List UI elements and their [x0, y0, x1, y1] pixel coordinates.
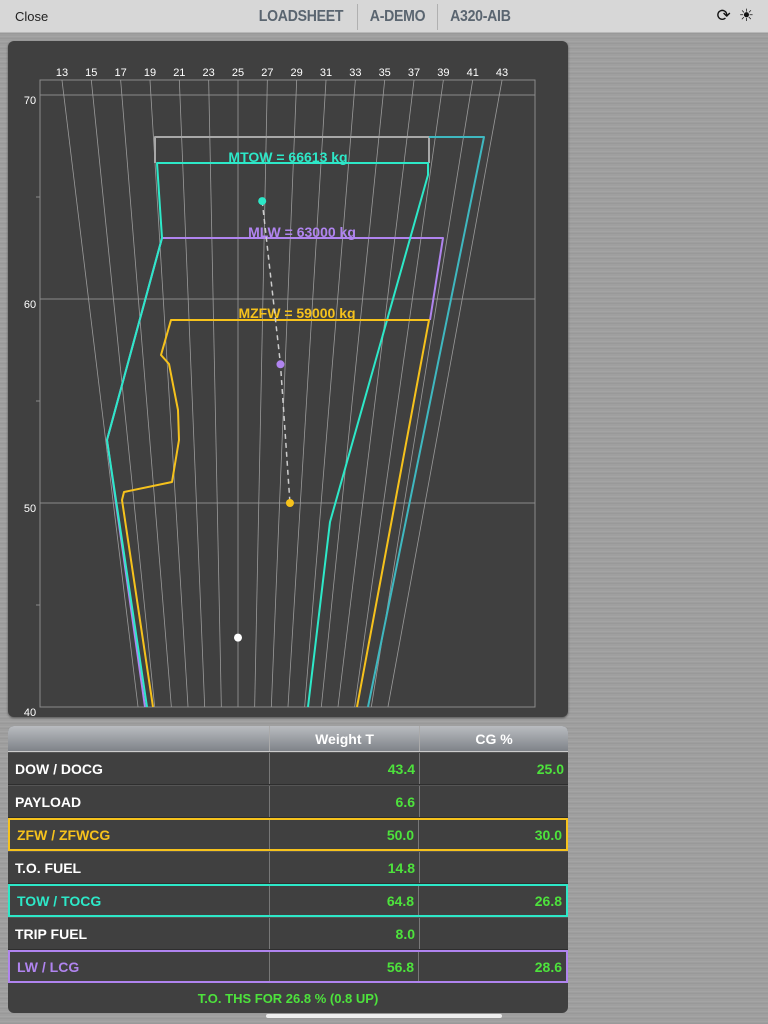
row-label: ZFW / ZFWCG — [17, 826, 111, 843]
plot-frame — [39, 79, 536, 708]
cg-line — [304, 79, 356, 708]
weight-tick-label: 60 — [24, 299, 36, 311]
divider — [437, 3, 439, 30]
table-row: TRIP FUEL 8.0 — [8, 917, 568, 950]
refresh-icon[interactable]: ⟳ — [717, 6, 731, 26]
cg-tick-label: 37 — [408, 67, 420, 79]
weight-tick-label: 70 — [24, 95, 36, 107]
cg-line — [120, 79, 172, 708]
aircraft: A320-AIB — [450, 7, 511, 25]
cg-envelope-chart-panel: 40 50 60 70 13 15 17 19 21 23 25 27 29 31 33 35 37 39 41 43… — [8, 41, 568, 719]
limit-label: MZFW = 59000 kg — [238, 305, 355, 321]
cg-tick-label: 33 — [349, 67, 361, 79]
row-cg: 26.8 — [418, 886, 566, 915]
cg-tick-label: 31 — [320, 67, 332, 79]
row-label: LW / LCG — [17, 958, 80, 975]
tow-point — [258, 197, 267, 206]
table-row: DOW / DOCG 43.4 25.0 — [8, 752, 568, 785]
table-row: T.O. FUEL 14.8 — [8, 851, 568, 884]
cg-tick-label: 23 — [203, 67, 215, 79]
cg-tick-label: 21 — [173, 67, 185, 79]
row-label: TOW / TOCG — [17, 892, 102, 909]
cg-tick-label: 25 — [232, 67, 244, 79]
cg-line — [287, 79, 327, 708]
title: LOADSHEET — [258, 7, 344, 25]
row-weight: 14.8 — [269, 852, 419, 883]
row-cg — [419, 786, 568, 817]
cg-tick-label: 39 — [437, 67, 449, 79]
row-label: TRIP FUEL — [15, 925, 88, 942]
aft-limit-line — [367, 136, 485, 708]
cg-tick-label: 35 — [379, 67, 391, 79]
table-row: LW / LCG 56.8 28.6 — [8, 950, 568, 983]
row-weight: 50.0 — [269, 820, 418, 849]
cg-tick-label: 29 — [291, 67, 303, 79]
cg-tick-label: 41 — [467, 67, 479, 79]
mtow-envelope — [106, 162, 429, 708]
row-weight: 64.8 — [269, 886, 418, 915]
top-bar: Close LOADSHEET A-DEMO A320-AIB ⟳ ☀ — [0, 0, 768, 33]
row-weight: 6.6 — [269, 786, 419, 817]
row-cg: 25.0 — [419, 753, 568, 784]
weight-tick-label: 50 — [24, 503, 36, 515]
cg-line — [337, 79, 415, 708]
title-group: LOADSHEET A-DEMO A320-AIB — [0, 0, 768, 33]
cg-tick-label: 17 — [115, 67, 127, 79]
limit-label: MTOW = 66613 kg — [228, 149, 347, 165]
cg-envelope-chart: 40 50 60 70 13 15 17 19 21 23 25 27 29 31 33 35 37 39 41 43… — [24, 67, 536, 719]
divider — [357, 3, 359, 30]
table-row: TOW / TOCG 64.8 26.8 — [8, 884, 568, 917]
cg-line — [61, 79, 139, 708]
brightness-icon[interactable]: ☀ — [739, 6, 754, 26]
row-cg — [419, 918, 568, 949]
table-row: ZFW / ZFWCG 50.0 30.0 — [8, 818, 568, 851]
row-label: DOW / DOCG — [15, 760, 103, 777]
cg-line — [387, 79, 503, 708]
lw-point — [276, 360, 285, 369]
table-header: Weight T CG % — [8, 726, 568, 752]
row-cg: 28.6 — [418, 952, 566, 981]
cg-line — [254, 79, 268, 708]
header-weight: Weight T — [269, 726, 419, 751]
cg-tick-label: 15 — [85, 67, 97, 79]
loadsheet-table: Weight T CG % DOW / DOCG 43.4 25.0 PAYLOAD 6… — [8, 726, 568, 1013]
table-row: PAYLOAD 6.6 — [8, 785, 568, 818]
row-label: T.O. FUEL — [15, 859, 82, 876]
cg-line — [178, 79, 206, 708]
cg-tick-label: 43 — [496, 67, 508, 79]
row-cg — [419, 852, 568, 883]
operator: A-DEMO — [369, 7, 426, 25]
cg-tick-label: 27 — [261, 67, 273, 79]
row-weight: 56.8 — [269, 952, 418, 981]
header-cg: CG % — [419, 726, 568, 751]
dow-point — [234, 633, 242, 642]
zfw-point — [285, 499, 294, 507]
home-indicator[interactable] — [266, 1014, 502, 1018]
ths-setting: T.O. THS FOR 26.8 % (0.8 UP) — [197, 990, 379, 1006]
cg-line — [90, 79, 156, 708]
cg-line — [270, 79, 298, 708]
cg-tick-label: 19 — [144, 67, 156, 79]
row-cg: 30.0 — [418, 820, 566, 849]
header-label — [8, 726, 269, 751]
cg-line — [208, 79, 222, 708]
row-label: PAYLOAD — [15, 793, 82, 810]
limit-label: MLW = 63000 kg — [248, 224, 356, 240]
cg-line — [149, 79, 189, 708]
cg-tick-label: 13 — [56, 67, 68, 79]
row-weight: 8.0 — [269, 918, 419, 949]
cg-line — [354, 79, 444, 708]
weight-tick-label: 40 — [24, 707, 36, 717]
row-weight: 43.4 — [269, 753, 419, 784]
